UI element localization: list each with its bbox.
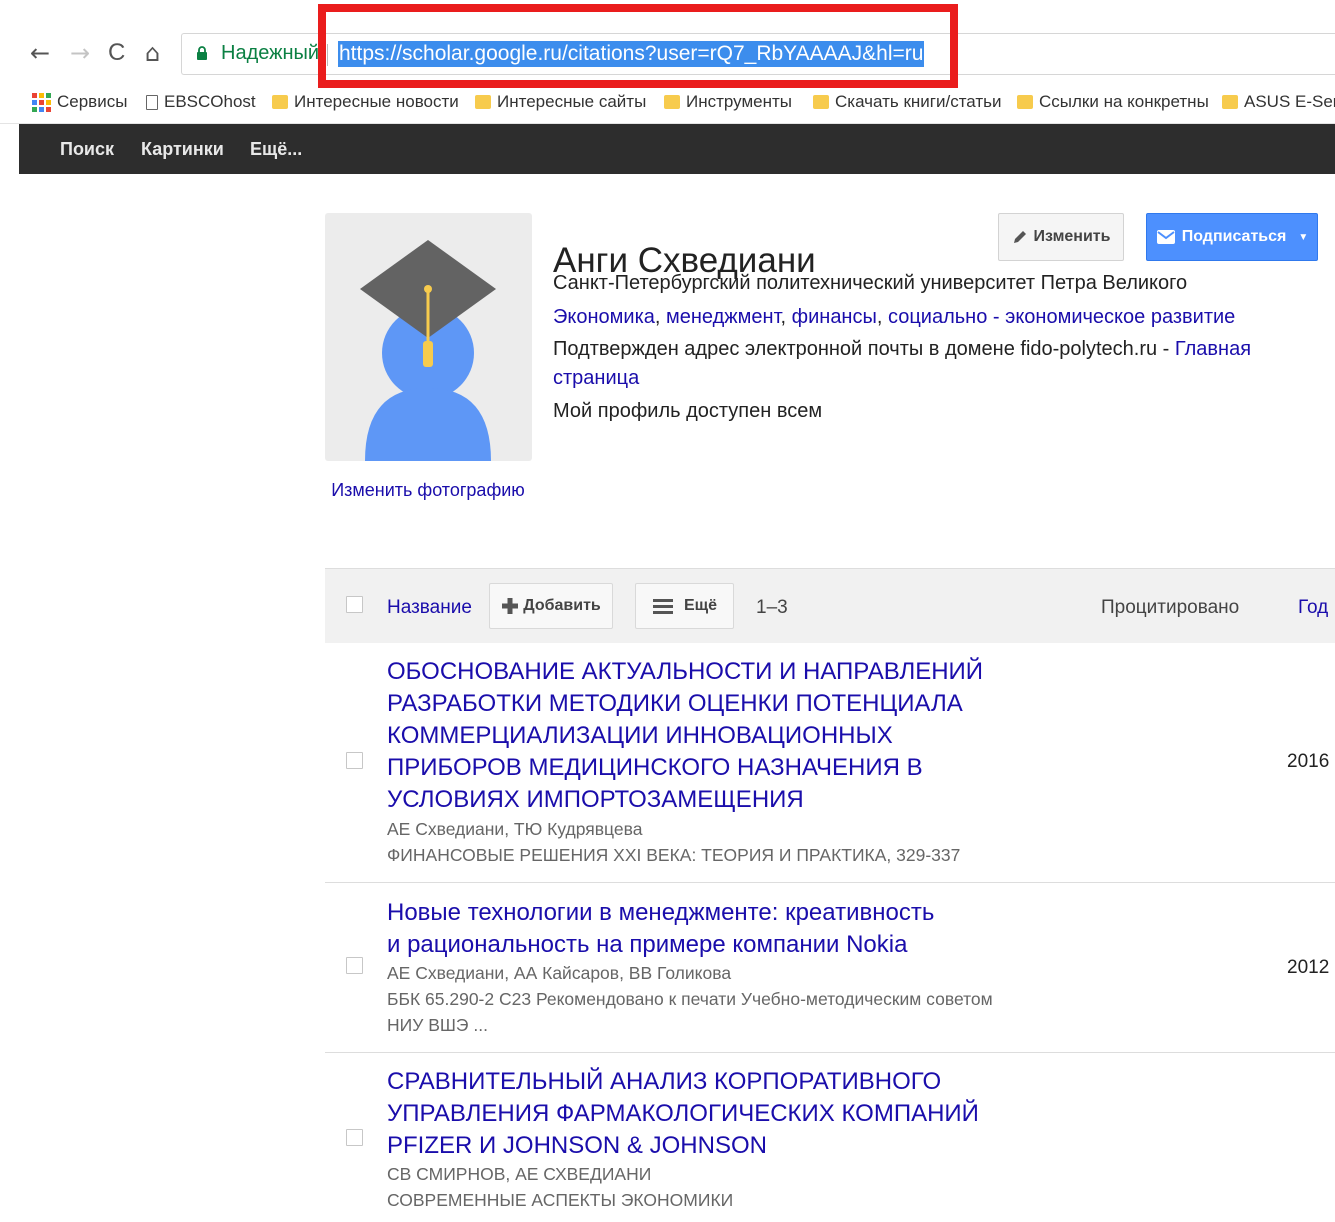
bookmark-folder-asus[interactable]: ASUS E-Serv <box>1222 92 1335 112</box>
url-text[interactable]: https://scholar.google.ru/citations?user… <box>338 41 925 67</box>
article-year: 2012 <box>1287 957 1330 978</box>
bookmark-label: EBSCOhost <box>164 92 256 111</box>
bookmark-label: Инструменты <box>686 92 793 111</box>
folder-icon <box>272 95 288 109</box>
edit-profile-button[interactable]: Изменить <box>998 213 1124 261</box>
interest-link[interactable]: Экономика <box>553 306 655 328</box>
row-checkbox[interactable] <box>346 1129 363 1146</box>
bookmark-folder-news[interactable]: Интересные новости <box>272 92 459 112</box>
nav-more[interactable]: Ещё... <box>250 139 302 160</box>
bookmarks-bar: Сервисы EBSCOhost Интересные новости Инт… <box>0 84 1335 124</box>
article-authors: АЕ Схведиани, ТЮ Кудрявцева <box>387 819 643 839</box>
table-row: ОБОСНОВАНИЕ АКТУАЛЬНОСТИ И НАПРАВЛЕНИЙ Р… <box>325 643 1335 883</box>
google-top-bar: Поиск Картинки Ещё... <box>19 124 1335 174</box>
add-button[interactable]: Добавить <box>489 583 613 629</box>
profile-visibility: Мой профиль доступен всем <box>553 400 823 422</box>
article-venue: ФИНАНСОВЫЕ РЕШЕНИЯ XXI ВЕКА: ТЕОРИЯ И ПР… <box>387 845 961 865</box>
dropdown-caret-icon: ▼ <box>1298 231 1309 243</box>
folder-icon <box>664 95 680 109</box>
article-authors: АЕ Схведиани, АА Кайсаров, ВВ Голикова <box>387 963 732 983</box>
forward-arrow-icon[interactable]: → <box>70 38 90 68</box>
menu-icon <box>652 599 673 614</box>
apps-icon <box>32 92 51 112</box>
bookmark-label: Скачать книги/статьи <box>835 92 1002 111</box>
mail-icon <box>1156 230 1175 244</box>
article-year: 2016 <box>1287 751 1330 772</box>
bookmark-folder-tools[interactable]: Инструменты <box>664 92 792 112</box>
profile-interests: Экономика, менеджмент, финансы, социальн… <box>553 306 1236 328</box>
more-button-label: Ещё <box>683 597 718 614</box>
follow-button-label: Подписаться <box>1181 228 1287 245</box>
profile-homepage-line: страница <box>553 367 639 390</box>
article-title-link[interactable]: ОБОСНОВАНИЕ АКТУАЛЬНОСТИ И НАПРАВЛЕНИЙ Р… <box>387 656 1027 816</box>
select-all-checkbox[interactable] <box>346 596 363 613</box>
results-range: 1–3 <box>756 597 788 618</box>
add-button-label: Добавить <box>523 597 601 614</box>
folder-icon <box>813 95 829 109</box>
more-actions-button[interactable]: Ещё <box>635 583 734 629</box>
homepage-link[interactable]: Главная <box>1175 338 1251 360</box>
back-arrow-icon[interactable]: ← <box>30 38 50 68</box>
article-authors: СВ СМИРНОВ, АЕ СХВЕДИАНИ <box>387 1164 652 1184</box>
page-icon <box>146 94 158 110</box>
bookmark-folder-sites[interactable]: Интересные сайты <box>475 92 646 112</box>
graduate-avatar-icon <box>360 240 496 461</box>
folder-icon <box>1017 95 1033 109</box>
table-row: СРАВНИТЕЛЬНЫЙ АНАЛИЗ КОРПОРАТИВНОГО УПРА… <box>325 1053 1335 1222</box>
table-row: Новые технологии в менеджменте: креативн… <box>325 883 1335 1053</box>
interest-link[interactable]: социально - экономическое развитие <box>888 306 1235 328</box>
bookmark-label: ASUS E-Serv <box>1244 92 1335 111</box>
article-venue: СОВРЕМЕННЫЕ АСПЕКТЫ ЭКОНОМИКИ <box>387 1190 734 1210</box>
sort-by-year[interactable]: Год <box>1298 597 1328 619</box>
lock-icon <box>197 46 207 60</box>
interest-link[interactable]: финансы <box>792 306 877 328</box>
row-checkbox[interactable] <box>346 752 363 769</box>
bookmark-label: Сервисы <box>57 92 128 111</box>
email-note: Подтвержден адрес электронной почты в до… <box>553 338 1158 360</box>
profile-affiliation: Санкт-Петербургский политехнический унив… <box>553 272 1188 294</box>
reload-icon[interactable]: C <box>108 38 125 68</box>
nav-search[interactable]: Поиск <box>60 139 114 160</box>
bookmark-folder-books[interactable]: Скачать книги/статьи <box>813 92 1002 112</box>
bookmark-folder-links[interactable]: Ссылки на конкретны <box>1017 92 1209 112</box>
folder-icon <box>475 95 491 109</box>
url-divider <box>327 44 328 66</box>
home-icon[interactable]: ⌂ <box>145 38 160 68</box>
change-photo-link[interactable]: Изменить фотографию <box>330 477 526 504</box>
article-title-link[interactable]: СРАВНИТЕЛЬНЫЙ АНАЛИЗ КОРПОРАТИВНОГО УПРА… <box>387 1066 1037 1162</box>
edit-button-label: Изменить <box>1033 228 1111 245</box>
bookmark-apps[interactable]: Сервисы <box>32 92 127 112</box>
sort-by-title[interactable]: Название <box>387 597 472 619</box>
row-checkbox[interactable] <box>346 957 363 974</box>
profile-email-line: Подтвержден адрес электронной почты в до… <box>553 338 1252 360</box>
pencil-icon <box>1013 231 1026 243</box>
profile-avatar <box>325 213 532 461</box>
homepage-link-continued[interactable]: страница <box>553 367 639 389</box>
bookmark-label: Ссылки на конкретны <box>1039 92 1209 111</box>
bookmark-label: Интересные сайты <box>497 92 647 111</box>
interest-link[interactable]: менеджмент <box>666 306 781 328</box>
article-title-link[interactable]: Новые технологии в менеджменте: креативн… <box>387 897 947 961</box>
bookmark-ebscohost[interactable]: EBSCOhost <box>146 92 256 112</box>
secure-label: Надежный <box>221 42 320 64</box>
nav-images[interactable]: Картинки <box>141 139 224 160</box>
plus-icon <box>502 598 519 614</box>
follow-button[interactable]: Подписаться ▼ <box>1146 213 1318 261</box>
article-venue: ББК 65.290-2 С23 Рекомендовано к печати … <box>387 989 993 1035</box>
sort-by-cited[interactable]: Процитировано <box>1101 597 1239 619</box>
bookmark-label: Интересные новости <box>294 92 459 111</box>
folder-icon <box>1222 95 1238 109</box>
articles-table-header: Название Добавить Ещё 1–3 Процитировано … <box>325 568 1335 643</box>
